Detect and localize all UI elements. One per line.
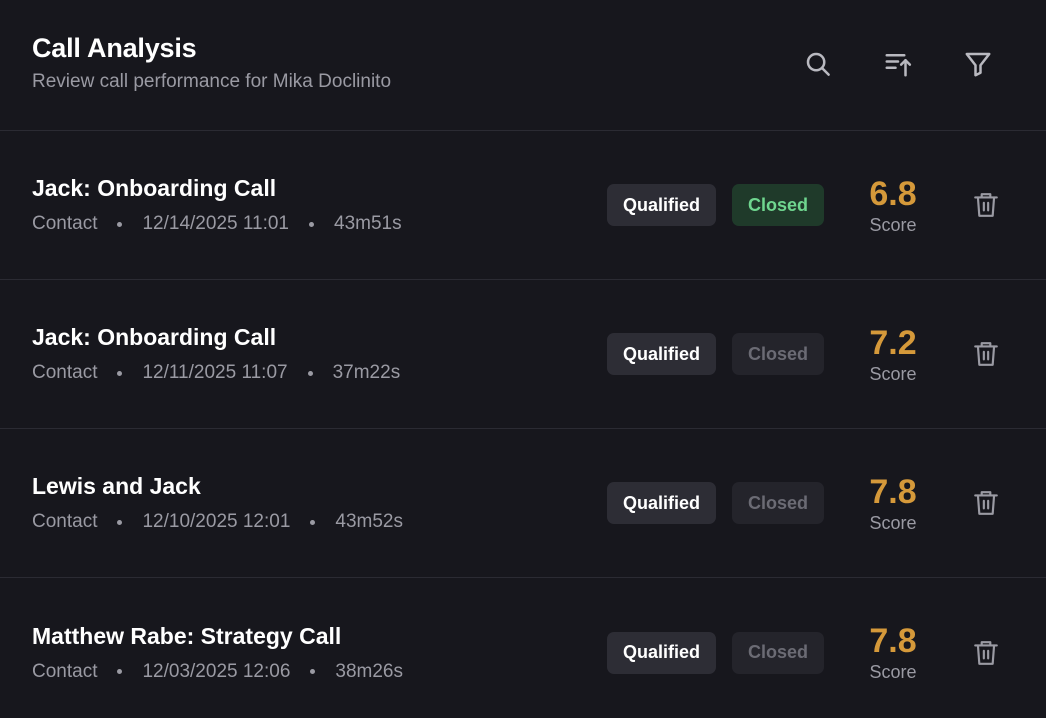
closed-badge[interactable]: Closed — [731, 184, 824, 226]
separator-dot — [117, 370, 123, 376]
call-type: Contact — [32, 660, 98, 682]
filter-button[interactable] — [956, 46, 1000, 82]
call-row[interactable]: Matthew Rabe: Strategy Call Contact 12/0… — [0, 578, 1046, 718]
call-info: Lewis and Jack Contact 12/10/2025 12:01 … — [32, 472, 403, 534]
score-value: 7.8 — [869, 622, 917, 660]
call-duration: 43m52s — [335, 511, 404, 532]
sort-ascending-icon — [885, 54, 912, 77]
call-datetime: 12/03/2025 12:06 — [142, 660, 291, 682]
call-actions: Qualified Closed 7.8 Score — [591, 473, 1014, 534]
search-button[interactable] — [796, 46, 840, 82]
separator-dot — [117, 221, 123, 227]
score-value: 6.8 — [869, 174, 917, 213]
call-datetime: 12/11/2025 11:07 — [142, 362, 288, 383]
page-subtitle: Review call performance for Mika Doclini… — [32, 71, 392, 92]
score-block: 7.8 Score — [848, 622, 938, 683]
call-actions: Qualified Closed 7.2 Score — [591, 324, 1014, 385]
trash-icon — [974, 193, 998, 217]
separator-dot — [307, 370, 313, 376]
closed-badge[interactable]: Closed — [731, 333, 824, 375]
call-type: Contact — [32, 362, 98, 383]
call-analysis-panel: Call Analysis Review call performance fo… — [0, 0, 1046, 718]
qualified-badge[interactable]: Qualified — [606, 184, 716, 226]
delete-button[interactable] — [968, 485, 1004, 521]
call-row[interactable]: Jack: Onboarding Call Contact 12/11/2025… — [0, 280, 1046, 429]
call-type: Contact — [32, 511, 98, 532]
score-block: 7.8 Score — [848, 473, 938, 534]
score-label: Score — [869, 662, 917, 682]
call-title: Jack: Onboarding Call — [32, 175, 277, 201]
call-title: Matthew Rabe: Strategy Call — [32, 622, 342, 649]
call-actions: Qualified Closed 6.8 Score — [591, 175, 1014, 236]
call-duration: 43m51s — [334, 213, 402, 234]
call-duration: 37m22s — [332, 362, 401, 383]
call-duration: 38m26s — [335, 660, 404, 682]
delete-button[interactable] — [968, 187, 1004, 223]
qualified-badge[interactable]: Qualified — [606, 631, 716, 674]
call-list: Jack: Onboarding Call Contact 12/14/2025… — [0, 131, 1046, 718]
score-label: Score — [869, 214, 917, 235]
call-row[interactable]: Jack: Onboarding Call Contact 12/14/2025… — [0, 131, 1046, 280]
page-title: Call Analysis — [32, 33, 197, 63]
call-meta: Contact 12/14/2025 11:01 43m51s — [32, 212, 402, 236]
call-title: Jack: Onboarding Call — [32, 324, 277, 350]
trash-icon — [974, 640, 998, 665]
call-title: Lewis and Jack — [32, 473, 201, 499]
call-row[interactable]: Lewis and Jack Contact 12/10/2025 12:01 … — [0, 429, 1046, 578]
call-meta: Contact 12/03/2025 12:06 38m26s — [32, 660, 403, 684]
trash-icon — [974, 342, 998, 366]
call-type: Contact — [32, 213, 98, 234]
score-block: 6.8 Score — [848, 175, 938, 236]
call-datetime: 12/10/2025 12:01 — [142, 511, 291, 532]
call-info: Jack: Onboarding Call Contact 12/14/2025… — [32, 174, 402, 236]
filter-icon — [965, 52, 991, 77]
score-value: 7.8 — [869, 472, 917, 511]
score-block: 7.2 Score — [848, 324, 938, 385]
separator-dot — [310, 519, 316, 525]
header-toolbar — [796, 46, 1000, 82]
separator-dot — [309, 221, 314, 227]
call-meta: Contact 12/10/2025 12:01 43m52s — [32, 510, 403, 534]
qualified-badge[interactable]: Qualified — [606, 482, 716, 524]
closed-badge[interactable]: Closed — [731, 631, 824, 674]
header-text: Call Analysis Review call performance fo… — [32, 32, 391, 94]
delete-button[interactable] — [968, 635, 1004, 671]
score-label: Score — [869, 512, 917, 533]
separator-dot — [117, 669, 123, 674]
call-datetime: 12/14/2025 11:01 — [142, 213, 289, 234]
call-actions: Qualified Closed 7.8 Score — [591, 622, 1014, 683]
delete-button[interactable] — [968, 336, 1004, 372]
call-info: Matthew Rabe: Strategy Call Contact 12/0… — [32, 622, 403, 684]
closed-badge[interactable]: Closed — [731, 482, 824, 524]
panel-header: Call Analysis Review call performance fo… — [0, 0, 1046, 131]
sort-button[interactable] — [876, 46, 920, 82]
trash-icon — [974, 491, 998, 515]
qualified-badge[interactable]: Qualified — [606, 333, 716, 375]
score-label: Score — [869, 363, 917, 384]
separator-dot — [117, 519, 123, 525]
separator-dot — [310, 669, 316, 674]
call-info: Jack: Onboarding Call Contact 12/11/2025… — [32, 323, 400, 385]
call-meta: Contact 12/11/2025 11:07 37m22s — [32, 361, 400, 385]
search-icon — [806, 52, 830, 76]
score-value: 7.2 — [869, 323, 917, 362]
